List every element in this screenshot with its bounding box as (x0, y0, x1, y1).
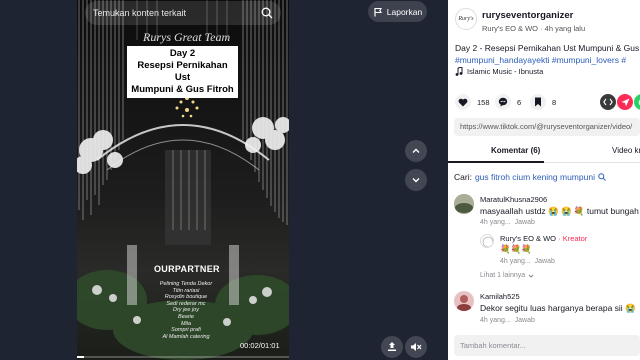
commenter-avatar[interactable] (454, 291, 474, 311)
comment-time: 4h yang... (480, 317, 511, 324)
author-subline: Rury's EO & WO · 4h yang lalu (482, 24, 586, 33)
related-search[interactable]: Cari: gus fitroh cium kening mumpuni (454, 172, 606, 182)
search-bar[interactable]: Temukan konten terkait (85, 1, 281, 25)
detail-panel: Rury's ruryseventorganizer Rury's EO & W… (448, 0, 640, 360)
search-input[interactable]: Temukan konten terkait (93, 8, 261, 18)
credit-line: Dry jee joy (173, 307, 199, 314)
creator-badge: · Kreator (558, 234, 588, 243)
comment-count: 6 (517, 97, 522, 107)
video-progress-fill (77, 356, 84, 358)
reply-author-name[interactable]: Rury's EO & WO (500, 234, 556, 243)
caption-line: Day 2 (169, 48, 196, 59)
reply-meta: 4h yang... Jawab (500, 258, 555, 265)
related-search-query[interactable]: gus fitroh cium kening mumpuni (475, 172, 595, 182)
commenter-name[interactable]: MaratulKhusna2906 (480, 195, 547, 204)
comment-meta: 4h yang... Jawab (480, 317, 535, 324)
comment-icon (498, 97, 508, 107)
reply-time: 4h yang... (500, 258, 531, 265)
reply-button[interactable]: Jawab (515, 317, 535, 324)
credit-line: Al Mamlah catering (162, 333, 210, 340)
credit-line: Titin rariasi (172, 287, 200, 294)
partner-credits: Pelining Tenda Dekor Titin rariasi Rosyd… (136, 281, 236, 340)
report-label: Laporkan (386, 6, 423, 17)
comment-text: masyaallah ustdz 😭 😭 💐 tumut bungah (480, 206, 639, 216)
video-caption: Day 2 Resepsi Pernikahan Ust Mumpuni & G… (127, 46, 238, 98)
commenter-name[interactable]: Kamilah525 (480, 292, 520, 301)
embed-button[interactable] (600, 94, 616, 110)
save-count: 8 (552, 97, 557, 107)
related-search-prefix: Cari: (454, 172, 472, 182)
like-count: 158 (477, 97, 490, 107)
post-hashtags[interactable]: #mumpuni_handayayekti #mumpuni_lovers # (455, 54, 640, 66)
embed-code-icon (603, 98, 613, 106)
save-button[interactable]: 8 (530, 94, 556, 110)
comment-time: 4h yang... (480, 219, 511, 226)
chevron-up-icon (412, 148, 420, 153)
video-progress-bar[interactable] (77, 356, 289, 358)
post-description: Day 2 - Resepsi Pernikahan Ust Mumpuni &… (455, 43, 640, 53)
floating-player-icon (388, 342, 396, 351)
report-button[interactable]: Laporkan (368, 1, 427, 22)
credit-line: Sedi rederar mc (166, 300, 206, 307)
avatar-image (454, 291, 474, 311)
like-button[interactable]: 158 (455, 94, 490, 110)
creator-reply-avatar[interactable] (480, 234, 494, 248)
comment-button[interactable]: 6 (495, 94, 521, 110)
heart-icon (458, 98, 468, 106)
bookmark-icon (535, 97, 541, 107)
view-more-label[interactable]: Lihat 1 lainnya (480, 272, 525, 279)
tab-creator-videos[interactable]: Video kreator (612, 146, 640, 155)
credit-line: Bearie (178, 313, 194, 320)
credit-line: Rosydin boutique (164, 294, 208, 301)
credit-line: Pelining Tenda Dekor (159, 281, 213, 287)
comment-text: Dekor segitu luas harganya berapa sii 😭 (480, 303, 636, 313)
chevron-down-icon (528, 274, 534, 278)
previous-video-button[interactable] (405, 140, 427, 162)
chevron-down-icon (412, 178, 420, 183)
avatar-image (482, 236, 493, 247)
caption-line: Mumpuni & Gus Fitroh (131, 84, 234, 95)
tab-comments[interactable]: Komentar (6) (491, 146, 540, 155)
author-username[interactable]: ruryseventorganizer (482, 10, 573, 21)
reply-button[interactable]: Jawab (535, 258, 555, 265)
reply-text: 💐💐💐 (500, 244, 532, 254)
partner-title: OURPARTNER (154, 264, 220, 274)
action-bar: 158 6 8 (455, 94, 640, 110)
comment-meta: 4h yang... Jawab (480, 219, 535, 226)
music-title: Islamic Music - Ibnusta (467, 67, 544, 76)
caption-line: Resepsi Pernikahan Ust (137, 60, 228, 83)
panel-tabs: Komentar (6) Video kreator (448, 143, 640, 163)
comment-input[interactable]: Tambah komentar... (454, 335, 640, 356)
music-link[interactable]: Islamic Music - Ibnusta (455, 67, 543, 76)
credit-line: Mila (180, 320, 192, 327)
brand-logo-overlay: Rurys Great Team (143, 30, 231, 44)
author-avatar[interactable]: Rury's (455, 8, 477, 30)
share-link-field[interactable]: https://www.tiktok.com/@ruryseventorgani… (454, 118, 640, 136)
credit-line: Sompri prafi (171, 327, 201, 334)
reply-author[interactable]: Rury's EO & WO · Kreator (500, 234, 587, 243)
volume-muted-icon (411, 343, 422, 351)
mute-button[interactable] (405, 336, 427, 358)
music-note-icon (455, 67, 463, 76)
search-icon[interactable] (261, 7, 273, 19)
search-icon (598, 173, 606, 181)
active-tab-indicator (448, 161, 544, 163)
send-icon (621, 98, 629, 106)
video-stage: Temukan konten terkait Rurys Great Team … (0, 0, 448, 360)
send-to-friend-button[interactable] (617, 94, 633, 110)
flag-icon (374, 7, 382, 16)
video-timecode: 00:02/01:01 (240, 341, 280, 350)
floating-player-button[interactable] (381, 336, 403, 358)
next-video-button[interactable] (405, 169, 427, 191)
share-button[interactable] (634, 94, 640, 110)
view-more-replies[interactable]: Lihat 1 lainnya (480, 272, 534, 279)
commenter-avatar[interactable] (454, 194, 474, 214)
reply-button[interactable]: Jawab (515, 219, 535, 226)
avatar-text: Rury's (458, 16, 474, 22)
avatar-image (454, 194, 474, 214)
